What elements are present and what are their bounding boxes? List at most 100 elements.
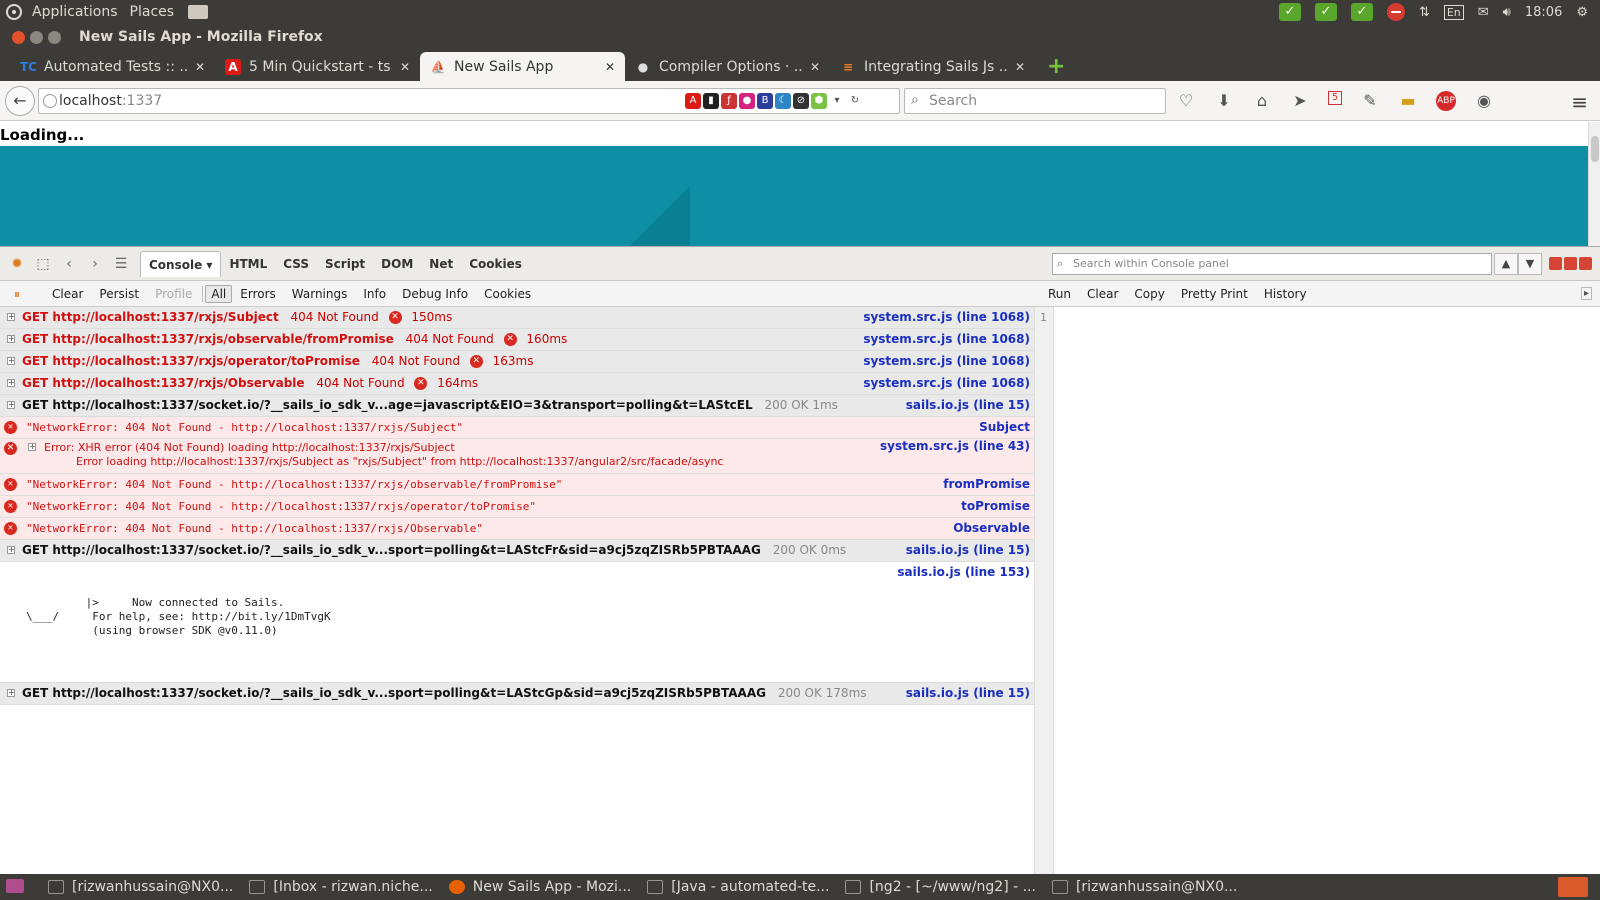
console-search-input[interactable]: ⌕ Search within Console panel (1052, 253, 1492, 275)
source-link[interactable]: system.src.js (line 1068) (863, 307, 1030, 328)
expand-icon[interactable]: + (7, 313, 15, 321)
run-button[interactable]: Run (1040, 287, 1079, 301)
reload-icon[interactable]: ↻ (847, 93, 863, 109)
trash-icon[interactable] (1558, 877, 1588, 897)
taskbar-item[interactable]: [Inbox - rizwan.niche... (241, 874, 440, 900)
tray-check-icon[interactable]: ✓ (1314, 3, 1337, 21)
forward-arrow-icon[interactable]: › (86, 255, 104, 273)
editor-clear-button[interactable]: Clear (1079, 287, 1126, 301)
pink-addon-icon[interactable]: ● (739, 93, 755, 109)
pretty-print-button[interactable]: Pretty Print (1173, 287, 1256, 301)
close-tab-icon[interactable]: ✕ (195, 60, 205, 74)
firebug-detach-button[interactable] (1564, 257, 1577, 270)
source-link[interactable]: sails.io.js (line 15) (906, 540, 1030, 561)
expand-arrow-icon[interactable]: ▸ (1580, 287, 1592, 300)
expand-icon[interactable]: + (7, 689, 15, 697)
close-tab-icon[interactable]: ✕ (810, 60, 820, 74)
search-prev-button[interactable]: ▲ (1494, 253, 1518, 275)
close-tab-icon[interactable]: ✕ (1015, 60, 1025, 74)
log-row-error[interactable]: ✕ "NetworkError: 404 Not Found - http://… (0, 474, 1034, 496)
source-link[interactable]: system.src.js (line 1068) (863, 329, 1030, 350)
window-minimize-button[interactable] (30, 30, 43, 44)
home-icon[interactable]: ⌂ (1252, 91, 1272, 111)
browser-tab[interactable]: ● Compiler Options · ... ✕ (625, 52, 830, 81)
persist-button[interactable]: Persist (91, 287, 147, 301)
log-row-network[interactable]: + GET http://localhost:1337/rxjs/operato… (0, 351, 1034, 373)
filter-errors[interactable]: Errors (232, 287, 284, 301)
filter-debug-info[interactable]: Debug Info (394, 287, 476, 301)
globe-icon[interactable] (43, 94, 57, 108)
pause-icon[interactable]: ⏸ (10, 287, 24, 301)
log-row-info[interactable]: |> Now connected to Sails. \___/ For hel… (0, 562, 1034, 683)
clock[interactable]: 18:06 (1525, 5, 1562, 20)
log-row-network[interactable]: + GET http://localhost:1337/rxjs/Observa… (0, 373, 1034, 395)
log-row-network[interactable]: + GET http://localhost:1337/socket.io/?_… (0, 395, 1034, 417)
pocket-icon[interactable]: ♡ (1176, 91, 1196, 111)
window-maximize-button[interactable] (48, 30, 61, 44)
mail-icon[interactable]: ✉ (1478, 5, 1489, 20)
log-row-network[interactable]: + GET http://localhost:1337/rxjs/observa… (0, 329, 1034, 351)
copy-button[interactable]: Copy (1126, 287, 1172, 301)
panel-splitter[interactable] (1034, 307, 1054, 875)
places-menu[interactable]: Places (124, 4, 181, 20)
angular-addon-icon[interactable]: A (685, 93, 701, 109)
source-link[interactable]: system.src.js (line 43) (880, 439, 1030, 457)
expand-icon[interactable]: + (28, 443, 36, 451)
ruler-icon[interactable]: ▬ (1398, 91, 1418, 111)
filter-all[interactable]: All (205, 284, 233, 303)
tab-css[interactable]: CSS (275, 251, 317, 277)
hamburger-menu-icon[interactable]: ≡ (1571, 90, 1588, 114)
taskbar-item[interactable]: [rizwanhussain@NX0... (1044, 874, 1245, 900)
taskbar-item[interactable]: [ng2 - [~/www/ng2] - ... (837, 874, 1044, 900)
expand-icon[interactable]: + (7, 379, 15, 387)
log-row-network[interactable]: + GET http://localhost:1337/rxjs/Subject… (0, 307, 1034, 329)
firebug-addon-icon[interactable]: ƒ (721, 93, 737, 109)
tab-html[interactable]: HTML (221, 251, 275, 277)
taskbar-item[interactable]: [Java - automated-te... (639, 874, 837, 900)
source-link[interactable]: Subject (979, 417, 1030, 438)
page-scrollbar[interactable] (1588, 122, 1600, 246)
search-bar[interactable]: ⌕ Search (904, 88, 1166, 114)
drive-icon[interactable] (188, 5, 209, 19)
browser-tab-active[interactable]: ⛵ New Sails App ✕ (420, 52, 625, 81)
expand-icon[interactable]: + (7, 357, 15, 365)
tab-cookies[interactable]: Cookies (461, 251, 530, 277)
flag-addon-icon[interactable]: ▮ (703, 93, 719, 109)
expand-icon[interactable]: + (7, 335, 15, 343)
expand-icon[interactable]: + (7, 546, 15, 554)
search-next-button[interactable]: ▼ (1518, 253, 1542, 275)
source-link[interactable]: toPromise (961, 496, 1030, 517)
tray-stop-icon[interactable] (1386, 3, 1405, 21)
scrollbar-thumb[interactable] (1591, 136, 1599, 162)
new-tab-plus-icon[interactable]: + (1047, 53, 1065, 81)
browser-tab[interactable]: ≡ Integrating Sails Js ... ✕ (830, 52, 1035, 81)
moon-addon-icon[interactable]: ☾ (775, 93, 791, 109)
inspect-icon[interactable]: ⬚ (34, 255, 52, 273)
back-arrow-icon[interactable]: ‹ (60, 255, 78, 273)
log-row-error[interactable]: ✕ "NetworkError: 404 Not Found - http://… (0, 496, 1034, 518)
source-link[interactable]: sails.io.js (line 15) (906, 683, 1030, 704)
log-row-error[interactable]: ✕ + Error: XHR error (404 Not Found) loa… (0, 439, 1034, 474)
show-desktop-icon[interactable] (6, 879, 24, 893)
source-link[interactable]: sails.io.js (line 153) (897, 562, 1030, 583)
tab-console[interactable]: Console ▾ (140, 250, 222, 277)
command-line-icon[interactable]: ☰ (112, 255, 130, 273)
tab-script[interactable]: Script (317, 251, 373, 277)
firebug-minimize-button[interactable] (1549, 257, 1562, 270)
firebug-close-button[interactable] (1579, 257, 1592, 270)
close-tab-icon[interactable]: ✕ (605, 60, 615, 74)
compass-addon-icon[interactable]: ⊘ (793, 93, 809, 109)
browser-tab[interactable]: TC Automated Tests :: ... ✕ (10, 52, 215, 81)
expand-icon[interactable]: + (7, 401, 15, 409)
tray-check-icon[interactable]: ✓ (1350, 3, 1373, 21)
source-link[interactable]: sails.io.js (line 15) (906, 395, 1030, 416)
command-editor[interactable] (1054, 307, 1600, 875)
log-row-network[interactable]: + GET http://localhost:1337/socket.io/?_… (0, 683, 1034, 705)
badge-icon[interactable]: 5 (1328, 91, 1342, 105)
tray-check-icon[interactable]: ✓ (1278, 3, 1301, 21)
filter-info[interactable]: Info (355, 287, 394, 301)
hexagon-addon-icon[interactable]: ⬢ (811, 93, 827, 109)
download-icon[interactable]: ⬇ (1214, 91, 1234, 111)
applications-menu[interactable]: Applications (26, 4, 124, 20)
profile-button[interactable]: Profile (147, 287, 200, 301)
